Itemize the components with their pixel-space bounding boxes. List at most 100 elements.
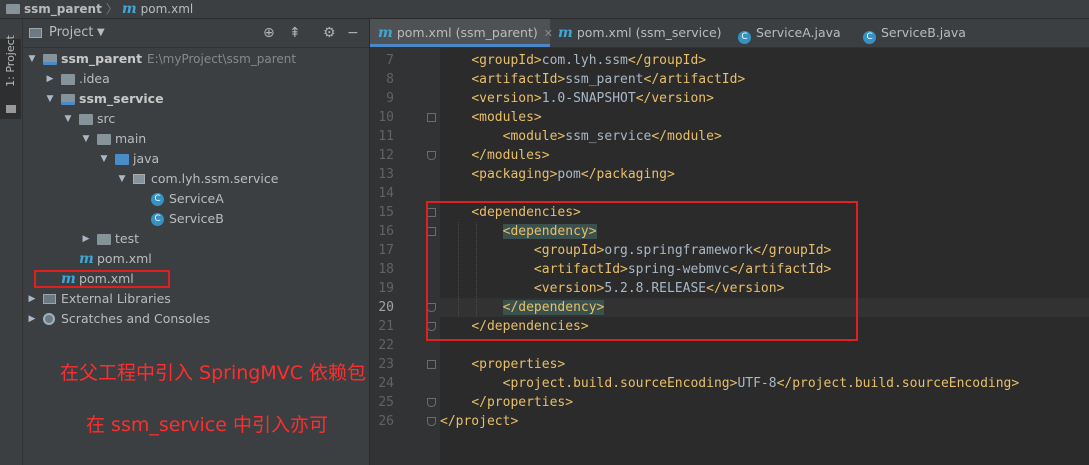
tree-item[interactable]: ▶ Scratches and Consoles (23, 309, 369, 329)
project-panel-header: Project ▼ ⊕ ⇞ ⚙ − (23, 19, 369, 48)
line-number: 14 (378, 186, 394, 201)
expand-arrow-icon[interactable]: ▼ (45, 89, 55, 109)
tab-serviceb[interactable]: C ServiceB.java (855, 19, 979, 47)
folder-icon (61, 74, 75, 85)
code-line: <packaging>pom</packaging> (471, 167, 675, 182)
tree-item[interactable]: ▼ ssm_service (23, 89, 369, 109)
scratch-icon (43, 313, 55, 325)
line-number: 18 (378, 262, 394, 277)
tree-item-label: src (97, 111, 116, 126)
line-number: 10 (378, 110, 394, 125)
fold-start-icon[interactable] (427, 360, 436, 369)
class-icon: C (151, 213, 164, 226)
fold-end-icon[interactable] (427, 417, 436, 426)
tree-item[interactable]: m pom.xml (23, 249, 369, 269)
line-number: 12 (378, 148, 394, 163)
class-icon: C (151, 193, 164, 206)
line-number: 20 (378, 300, 394, 315)
tree-item[interactable]: C ServiceA (23, 189, 369, 209)
fold-start-icon[interactable] (427, 113, 436, 122)
tree-item-label: Scratches and Consoles (61, 311, 211, 326)
tree-item[interactable]: ▶ test (23, 229, 369, 249)
line-number: 16 (378, 224, 394, 239)
tab-pom-parent[interactable]: m pom.xml (ssm_parent) ✕ (370, 19, 553, 47)
code-line: </project> (440, 414, 519, 429)
expand-arrow-icon[interactable]: ▼ (63, 109, 73, 129)
chevron-down-icon[interactable]: ▼ (97, 19, 105, 47)
project-tool-icon (6, 105, 16, 113)
line-number: 17 (378, 243, 394, 258)
fold-end-icon[interactable] (427, 398, 436, 407)
library-icon (43, 294, 56, 304)
tree-item-label: java (133, 151, 160, 166)
expand-arrow-icon[interactable]: ▼ (81, 129, 91, 149)
breadcrumb-file[interactable]: pom.xml (141, 2, 194, 16)
tree-item[interactable]: ▼ ssm_parent E:\myProject\ssm_parent (23, 49, 369, 69)
tab-label: ServiceA.java (756, 25, 841, 40)
project-panel: Project ▼ ⊕ ⇞ ⚙ − ▼ ssm_parent E:\myProjec… (23, 19, 369, 465)
project-tool-label[interactable]: 1: Project (4, 31, 17, 91)
highlight-box-parent-pom (34, 270, 170, 288)
line-number: 8 (386, 72, 394, 87)
tree-item[interactable]: ▼ main (23, 129, 369, 149)
expand-arrow-icon[interactable]: ▼ (99, 149, 109, 169)
folder-icon (79, 114, 93, 125)
tree-item[interactable]: ▼ src (23, 109, 369, 129)
project-view-title[interactable]: Project (49, 19, 93, 47)
tree-item-label: pom.xml (97, 251, 152, 266)
folder-icon (97, 234, 111, 245)
tree-item-label: ssm_parent (61, 51, 143, 66)
code-line: <properties> (471, 357, 566, 372)
tab-servicea[interactable]: C ServiceA.java (730, 19, 854, 47)
maven-icon: m (121, 1, 137, 17)
code-line: </modules> (471, 148, 550, 163)
tab-pom-service[interactable]: m pom.xml (ssm_service) (550, 19, 728, 47)
tree-item[interactable]: ▼ com.lyh.ssm.service (23, 169, 369, 189)
code-line: <groupId>com.lyh.ssm</groupId> (471, 53, 707, 68)
gear-icon[interactable]: ⚙ (323, 19, 336, 47)
tree-item-label: External Libraries (61, 291, 171, 306)
highlight-box-dependencies (426, 201, 858, 341)
tree-item-label: ServiceB (169, 211, 224, 226)
expand-arrow-icon[interactable]: ▼ (27, 49, 37, 69)
line-number: 21 (378, 319, 394, 334)
tree-item-path: E:\myProject\ssm_parent (147, 52, 297, 66)
code-line: <modules> (471, 110, 542, 125)
fold-end-icon[interactable] (427, 151, 436, 160)
annotation-line-1: 在父工程中引入 SpringMVC 依赖包 (60, 362, 367, 384)
line-number: 13 (378, 167, 394, 182)
breadcrumb-project[interactable]: ssm_parent (24, 2, 102, 16)
collapsed-arrow-icon[interactable]: ▶ (81, 229, 91, 249)
line-number: 9 (386, 91, 394, 106)
source-folder-icon (115, 154, 129, 165)
locate-icon[interactable]: ⊕ (263, 19, 275, 47)
tree-item[interactable]: C ServiceB (23, 209, 369, 229)
tree-item[interactable]: ▶ External Libraries (23, 289, 369, 309)
tree-item-label: ssm_service (79, 91, 164, 106)
editor-tab-bar: m pom.xml (ssm_parent) ✕ m pom.xml (ssm_ser… (370, 19, 1089, 48)
tab-label: ServiceB.java (881, 25, 966, 40)
collapsed-arrow-icon[interactable]: ▶ (45, 69, 55, 89)
maven-icon: m (558, 25, 573, 41)
breadcrumb: ssm_parent 〉 m pom.xml (0, 0, 1089, 19)
package-icon (133, 174, 145, 184)
chevron-right-icon: 〉 (105, 2, 118, 16)
code-line: <artifactId>ssm_parent</artifactId> (471, 72, 746, 87)
tree-item[interactable]: ▼ java (23, 149, 369, 169)
collapsed-arrow-icon[interactable]: ▶ (27, 309, 37, 329)
code-line: <project.build.sourceEncoding>UTF-8</pro… (502, 376, 1020, 391)
tab-label: pom.xml (ssm_service) (576, 25, 722, 40)
tree-item-label: main (115, 131, 147, 146)
tree-item-label: com.lyh.ssm.service (151, 171, 279, 186)
tree-item[interactable]: ▶ .idea (23, 69, 369, 89)
expand-arrow-icon[interactable]: ▼ (117, 169, 127, 189)
line-number: 19 (378, 281, 394, 296)
line-number: 25 (378, 395, 394, 410)
line-number: 11 (378, 129, 394, 144)
class-icon: C (738, 31, 751, 44)
collapsed-arrow-icon[interactable]: ▶ (27, 289, 37, 309)
line-number: 22 (378, 338, 394, 353)
maven-icon: m (378, 25, 393, 41)
collapse-all-icon[interactable]: ⇞ (289, 19, 301, 47)
hide-panel-icon[interactable]: − (347, 19, 359, 47)
